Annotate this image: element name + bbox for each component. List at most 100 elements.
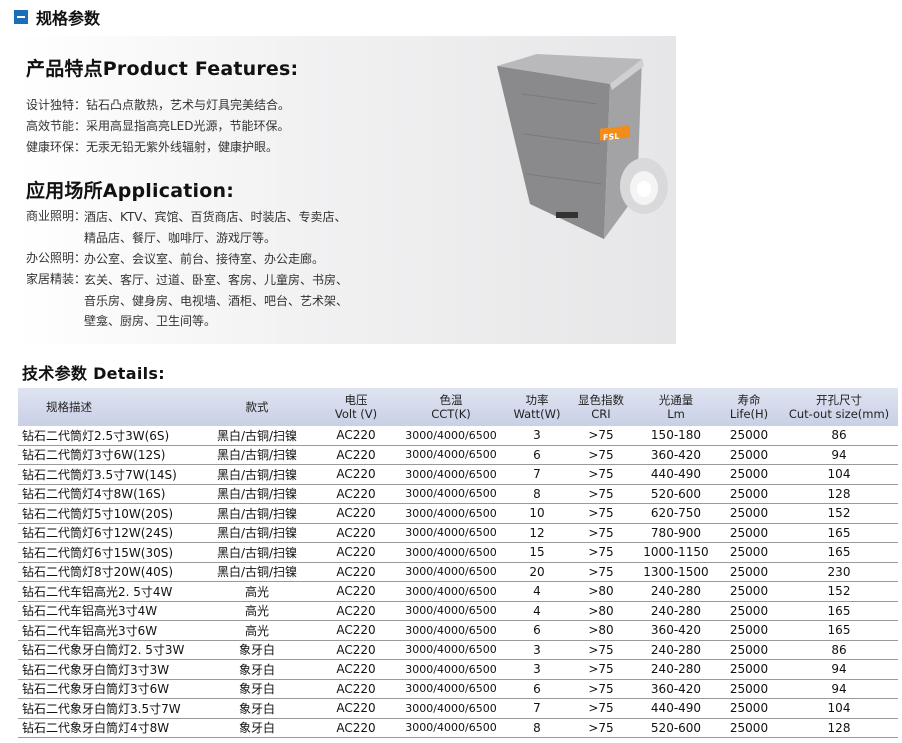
application-line: 办公室、会议室、前台、接待室、办公走廊。 — [84, 252, 325, 266]
style-cell: 黑白/古铜/扫镍 — [198, 426, 316, 446]
style-cell: 象牙白 — [198, 659, 316, 680]
life-cell: 25000 — [718, 620, 780, 641]
lumen-cell: 520-600 — [634, 718, 718, 738]
voltage-cell: AC220 — [316, 464, 396, 485]
watt-cell: 6 — [506, 620, 568, 641]
application-line: 精品店、餐厅、咖啡厅、游戏厅等。 — [84, 230, 277, 245]
voltage-cell: AC220 — [316, 503, 396, 524]
section-header: 规格参数 — [14, 6, 100, 28]
cri-cell: >80 — [568, 581, 634, 602]
section-title: 规格参数 — [36, 9, 101, 28]
feature-item: 高效节能：采用高显指高亮LED光源，节能环保。 — [26, 119, 290, 133]
style-cell: 高光 — [198, 581, 316, 602]
spec-cell: 钻石二代车铝高光3寸6W — [18, 620, 198, 641]
voltage-cell: AC220 — [316, 562, 396, 582]
cri-cell: >75 — [568, 718, 634, 738]
lumen-cell: 1300-1500 — [634, 562, 718, 582]
cct-cell: 3000/4000/6500 — [396, 640, 506, 660]
style-cell: 黑白/古铜/扫镍 — [198, 484, 316, 504]
lumen-header: 光通量 Lm — [634, 388, 718, 426]
cutout-cell: 94 — [780, 679, 898, 699]
cct-cell: 3000/4000/6500 — [396, 620, 506, 641]
style-cell: 象牙白 — [198, 640, 316, 660]
cutout-cell: 104 — [780, 464, 898, 485]
life-cell: 25000 — [718, 426, 780, 446]
table-row: 钻石二代车铝高光2. 5寸4W 高光 AC220 3000/4000/6500 4 >80… — [18, 581, 898, 602]
cri-cell: >80 — [568, 601, 634, 621]
watt-cell: 3 — [506, 426, 568, 446]
lumen-cell: 240-280 — [634, 601, 718, 621]
style-cell: 黑白/古铜/扫镍 — [198, 542, 316, 563]
life-cell: 25000 — [718, 601, 780, 621]
cri-cell: >75 — [568, 542, 634, 563]
cct-cell: 3000/4000/6500 — [396, 464, 506, 485]
cct-cell: 3000/4000/6500 — [396, 659, 506, 680]
features-panel: 产品特点Product Features: 设计独特：钻石凸点散热，艺术与灯具完… — [14, 36, 676, 344]
features-heading: 产品特点Product Features: — [26, 58, 299, 80]
style-cell: 高光 — [198, 620, 316, 641]
table-row: 钻石二代象牙白筒灯4寸8W 象牙白 AC220 3000/4000/6500 8 >75 5… — [18, 718, 898, 738]
application-label: 商业照明： — [26, 209, 87, 223]
spec-cell: 钻石二代象牙白筒灯3寸3W — [18, 659, 198, 680]
style-cell: 黑白/古铜/扫镍 — [198, 503, 316, 524]
cct-cell: 3000/4000/6500 — [396, 523, 506, 543]
watt-cell: 6 — [506, 679, 568, 699]
cutout-cell: 152 — [780, 581, 898, 602]
cct-cell: 3000/4000/6500 — [396, 718, 506, 738]
spec-cell: 钻石二代筒灯8寸20W(40S) — [18, 562, 198, 582]
watt-cell: 7 — [506, 698, 568, 719]
table-header-row: 规格描述 款式 电压 Volt (V) 色温 CCT(K) 功率 Watt(W) 显色指数 CRI… — [18, 388, 898, 426]
lumen-cell: 440-490 — [634, 464, 718, 485]
life-header: 寿命 Life(H) — [718, 388, 780, 426]
life-cell: 25000 — [718, 698, 780, 719]
style-cell: 象牙白 — [198, 698, 316, 719]
application-label: 办公照明： — [26, 251, 87, 265]
cri-cell: >75 — [568, 523, 634, 543]
life-cell: 25000 — [718, 718, 780, 738]
watt-cell: 3 — [506, 640, 568, 660]
table-body: 钻石二代筒灯2.5寸3W(6S) 黑白/古铜/扫镍 AC220 3000/4000/6… — [18, 426, 898, 738]
spec-cell: 钻石二代象牙白筒灯2. 5寸3W — [18, 640, 198, 660]
cri-cell: >75 — [568, 426, 634, 446]
cri-cell: >75 — [568, 679, 634, 699]
watt-cell: 12 — [506, 523, 568, 543]
life-cell: 25000 — [718, 542, 780, 563]
cri-cell: >75 — [568, 484, 634, 504]
spec-cell: 钻石二代车铝高光3寸4W — [18, 601, 198, 621]
watt-cell: 15 — [506, 542, 568, 563]
style-cell: 高光 — [198, 601, 316, 621]
lumen-cell: 360-420 — [634, 679, 718, 699]
cri-cell: >75 — [568, 659, 634, 680]
feature-item: 设计独特：钻石凸点散热，艺术与灯具完美结合。 — [26, 98, 291, 112]
lumen-cell: 440-490 — [634, 698, 718, 719]
life-cell: 25000 — [718, 562, 780, 582]
feature-item: 健康环保：无汞无铅无紫外线辐射，健康护眼。 — [26, 140, 279, 154]
voltage-cell: AC220 — [316, 659, 396, 680]
style-header: 款式 — [198, 388, 316, 426]
cct-cell: 3000/4000/6500 — [396, 503, 506, 524]
spec-cell: 钻石二代车铝高光2. 5寸4W — [18, 581, 198, 602]
cutout-header: 开孔尺寸 Cut-out size(mm) — [780, 388, 898, 426]
spec-cell: 钻石二代筒灯3.5寸7W(14S) — [18, 464, 198, 485]
cct-cell: 3000/4000/6500 — [396, 542, 506, 563]
voltage-cell: AC220 — [316, 523, 396, 543]
cri-cell: >75 — [568, 562, 634, 582]
application-row: 商业照明： 酒店、KTV、宾馆、百货商店、时装店、专卖店、 精品店、餐厅、咖啡厅… — [26, 207, 346, 248]
life-cell: 25000 — [718, 679, 780, 699]
table-row: 钻石二代象牙白筒灯3.5寸7W 象牙白 AC220 3000/4000/6500 7 >7… — [18, 698, 898, 719]
voltage-cell: AC220 — [316, 640, 396, 660]
cutout-cell: 128 — [780, 718, 898, 738]
voltage-cell: AC220 — [316, 542, 396, 563]
table-row: 钻石二代筒灯6寸12W(24S) 黑白/古铜/扫镍 AC220 3000/4000/6… — [18, 523, 898, 543]
cri-header: 显色指数 CRI — [568, 388, 634, 426]
lumen-cell: 240-280 — [634, 640, 718, 660]
collapse-icon[interactable] — [14, 10, 28, 24]
cri-cell: >80 — [568, 620, 634, 641]
spec-cell: 钻石二代筒灯6寸12W(24S) — [18, 523, 198, 543]
spec-cell: 钻石二代筒灯4寸8W(16S) — [18, 484, 198, 504]
cutout-cell: 86 — [780, 640, 898, 660]
watt-cell: 10 — [506, 503, 568, 524]
table-row: 钻石二代筒灯2.5寸3W(6S) 黑白/古铜/扫镍 AC220 3000/4000/6… — [18, 426, 898, 446]
watt-header: 功率 Watt(W) — [506, 388, 568, 426]
cutout-cell: 165 — [780, 542, 898, 563]
